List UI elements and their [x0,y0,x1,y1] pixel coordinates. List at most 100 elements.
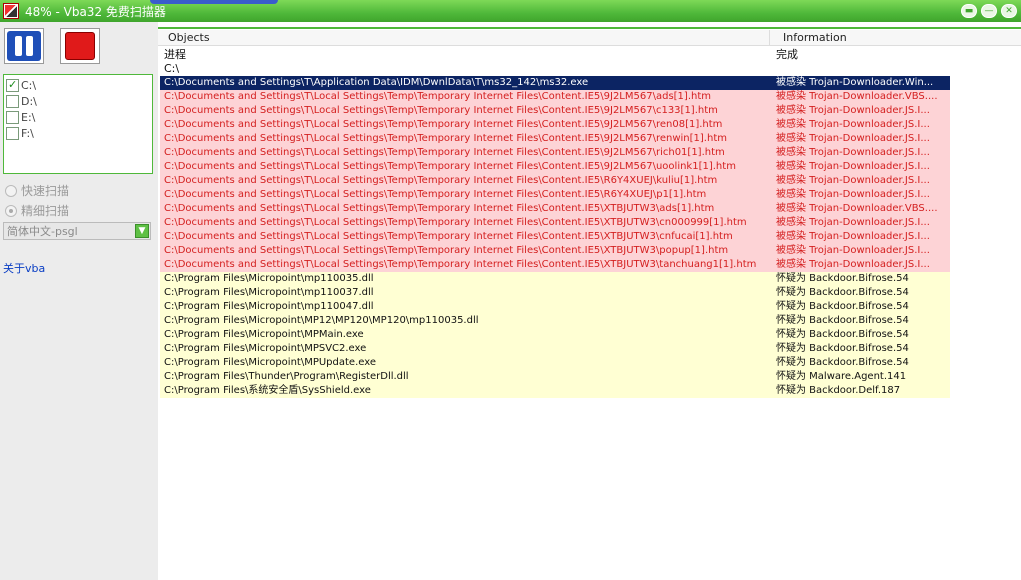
object-info: 怀疑为 Backdoor.Delf.187 [776,385,901,396]
table-row[interactable]: C:\Documents and Settings\T\Local Settin… [160,146,950,160]
table-row[interactable]: C:\Program Files\Thunder\Program\Registe… [160,370,950,384]
object-info: 被感染 Trojan-Downloader.JS.I... [776,105,930,116]
object-info: 怀疑为 Backdoor.Bifrose.54 [776,273,909,284]
close-icon[interactable]: ✕ [1001,4,1017,18]
table-row[interactable]: C:\Program Files\Micropoint\mp110037.dll… [160,286,950,300]
table-row[interactable]: C:\Program Files\系统安全盾\SysShield.exe 怀疑为 … [160,384,950,398]
minimize-icon[interactable]: ▬ [961,4,977,18]
table-row[interactable]: C:\Program Files\Micropoint\mp110035.dll… [160,272,950,286]
drive-checkbox[interactable] [6,126,19,140]
object-path: C:\Program Files\Thunder\Program\Registe… [164,371,409,382]
table-row[interactable]: C:\Program Files\Micropoint\MP12\MP120\M… [160,314,950,328]
object-path: C:\Documents and Settings\T\Local Settin… [164,217,747,228]
table-row[interactable]: C:\Program Files\Micropoint\MPSVC2.exe 怀疑… [160,342,950,356]
object-path: C:\Documents and Settings\T\Local Settin… [164,245,729,256]
column-header-information[interactable]: Information [770,30,1021,46]
drive-label: F:\ [21,126,34,140]
object-info: 被感染 Trojan-Downloader.VBS.... [776,91,938,102]
object-path: C:\ [164,62,180,75]
drive-item[interactable]: C:\ [6,77,150,93]
window-title: 48% - Vba32 免费扫描器 [25,4,166,19]
table-row[interactable]: C:\Program Files\Micropoint\MPUpdate.exe… [160,356,950,370]
column-header-objects[interactable]: Objects [158,30,770,46]
language-select[interactable]: 简体中文-psgl ▼ [3,222,151,240]
object-path: C:\Program Files\系统安全盾\SysShield.exe [164,385,371,396]
object-info: 怀疑为 Backdoor.Bifrose.54 [776,329,909,340]
object-path: C:\Documents and Settings\T\Application … [164,77,589,88]
table-row[interactable]: C:\Documents and Settings\T\Local Settin… [160,230,950,244]
app-icon [3,3,19,19]
drive-checkbox[interactable] [6,110,19,124]
object-path: C:\Documents and Settings\T\Local Settin… [164,259,757,270]
results-panel: Objects Information 进程 完成 C:\ C:\Documents … [158,22,1021,580]
object-info: 被感染 Trojan-Downloader.JS.I... [776,217,930,228]
table-row[interactable]: C:\Documents and Settings\T\Local Settin… [160,90,950,104]
object-info [776,62,950,76]
object-path: C:\Program Files\Micropoint\mp110037.dll [164,287,374,298]
about-link[interactable]: 关于vba [3,260,45,276]
object-path: C:\Documents and Settings\T\Local Settin… [164,133,727,144]
quick-scan-radio[interactable] [5,184,17,197]
stop-button[interactable] [60,28,100,64]
table-row[interactable]: C:\Documents and Settings\T\Local Settin… [160,118,950,132]
object-info: 被感染 Trojan-Downloader.JS.I... [776,245,930,256]
table-row[interactable]: C:\Documents and Settings\T\Local Settin… [160,258,950,272]
object-info: 被感染 Trojan-Downloader.JS.I... [776,189,930,200]
table-row[interactable]: C:\ [160,62,950,76]
table-row[interactable]: 进程 完成 [160,48,950,62]
results-table: 进程 完成 C:\ C:\Documents and Settings\T\Appli… [160,48,950,398]
table-row[interactable]: C:\Documents and Settings\T\Local Settin… [160,174,950,188]
table-row[interactable]: C:\Documents and Settings\T\Local Settin… [160,188,950,202]
drive-label: E:\ [21,110,36,124]
object-path: C:\Program Files\Micropoint\MPMain.exe [164,329,364,340]
object-info: 被感染 Trojan-Downloader.JS.I... [776,133,930,144]
object-path: C:\Documents and Settings\T\Local Settin… [164,175,718,186]
table-row[interactable]: C:\Documents and Settings\T\Local Settin… [160,104,950,118]
object-info: 被感染 Trojan-Downloader.JS.I... [776,119,930,130]
object-info: 怀疑为 Backdoor.Bifrose.54 [776,343,909,354]
drive-list: C:\ D:\ E:\ F:\ [3,74,153,174]
drive-label: D:\ [21,94,37,108]
object-info: 怀疑为 Malware.Agent.141 [776,371,907,382]
table-row[interactable]: C:\Documents and Settings\T\Local Settin… [160,160,950,174]
object-path: C:\Documents and Settings\T\Local Settin… [164,203,715,214]
deep-scan-radio[interactable] [5,204,17,217]
object-info: 怀疑为 Backdoor.Bifrose.54 [776,287,909,298]
minimize-icon-2[interactable]: — [981,4,997,18]
object-info: 被感染 Trojan-Downloader.JS.I... [776,161,930,172]
table-row[interactable]: C:\Documents and Settings\T\Local Settin… [160,216,950,230]
pause-button[interactable] [4,28,44,64]
deep-scan-option[interactable]: 精细扫描 [5,202,69,219]
object-path: C:\Documents and Settings\T\Local Settin… [164,105,718,116]
table-row[interactable]: C:\Documents and Settings\T\Local Settin… [160,244,950,258]
table-row[interactable]: C:\Documents and Settings\T\Local Settin… [160,202,950,216]
table-row[interactable]: C:\Program Files\Micropoint\mp110047.dll… [160,300,950,314]
object-info: 怀疑为 Backdoor.Bifrose.54 [776,301,909,312]
table-row[interactable]: C:\Program Files\Micropoint\MPMain.exe 怀疑… [160,328,950,342]
object-path: 进程 [164,48,186,61]
object-info: 怀疑为 Backdoor.Bifrose.54 [776,357,909,368]
pause-icon [7,31,41,61]
object-path: C:\Documents and Settings\T\Local Settin… [164,189,707,200]
title-bar: 48% - Vba32 免费扫描器 ▬ — ✕ [0,0,1021,22]
language-value: 简体中文-psgl [7,225,78,238]
quick-scan-label: 快速扫描 [21,184,70,198]
object-info: 怀疑为 Backdoor.Bifrose.54 [776,315,909,326]
drive-item[interactable]: D:\ [6,93,150,109]
object-info: 完成 [776,48,798,61]
table-row[interactable]: C:\Documents and Settings\T\Local Settin… [160,132,950,146]
chevron-down-icon[interactable]: ▼ [135,224,149,238]
object-path: C:\Program Files\Micropoint\mp110035.dll [164,273,374,284]
drive-checkbox[interactable] [6,94,19,108]
quick-scan-option[interactable]: 快速扫描 [5,182,69,199]
drive-item[interactable]: F:\ [6,125,150,141]
table-row[interactable]: C:\Documents and Settings\T\Application … [160,76,950,90]
drive-item[interactable]: E:\ [6,109,150,125]
object-path: C:\Program Files\Micropoint\mp110047.dll [164,301,374,312]
object-info: 被感染 Trojan-Downloader.VBS.... [776,203,938,214]
object-path: C:\Program Files\Micropoint\MPSVC2.exe [164,343,367,354]
drive-label: C:\ [21,78,37,92]
window-controls: ▬ — ✕ [961,4,1017,18]
drive-checkbox[interactable] [6,78,19,92]
object-path: C:\Documents and Settings\T\Local Settin… [164,119,723,130]
